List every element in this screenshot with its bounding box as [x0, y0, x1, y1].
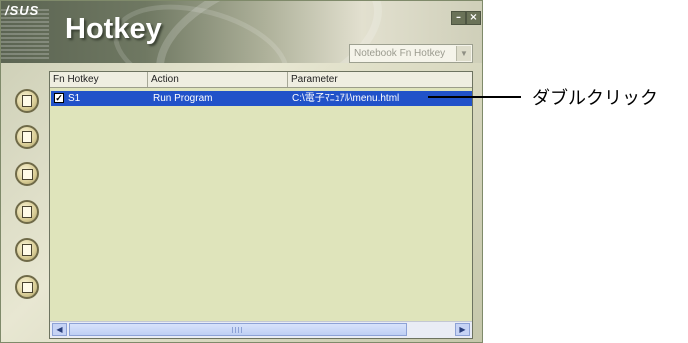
scroll-left-icon[interactable]: ◀ [52, 323, 67, 336]
sidebar-button-5[interactable] [15, 238, 39, 262]
hotkey-cell: S1 [68, 93, 81, 104]
column-header-fn-hotkey[interactable]: Fn Hotkey [50, 72, 148, 87]
document-list-icon [22, 206, 32, 218]
title-bar[interactable]: /SUS Hotkey – × Notebook Fn Hotkey ▼ [1, 1, 482, 63]
scroll-right-icon[interactable]: ▶ [455, 323, 470, 336]
list-header: Fn Hotkey Action Parameter [50, 72, 472, 88]
document-icon [22, 95, 32, 107]
window-icon [22, 244, 32, 256]
hotkey-window: /SUS Hotkey – × Notebook Fn Hotkey ▼ Fn … [0, 0, 483, 343]
hotkey-list[interactable]: Fn Hotkey Action Parameter ✓ S1 Run Prog… [49, 71, 473, 339]
table-row[interactable]: ✓ S1 Run Program C:\電子ﾏﾆｭｱﾙ\menu.html [51, 91, 472, 106]
sidebar-button-4[interactable] [15, 200, 39, 224]
grip-icon [232, 327, 242, 333]
dropdown-value: Notebook Fn Hotkey [354, 48, 446, 59]
sidebar-button-1[interactable] [15, 89, 39, 113]
checkbox[interactable]: ✓ [54, 93, 64, 103]
sidebar-button-6[interactable] [15, 275, 39, 299]
minimize-button[interactable]: – [451, 11, 466, 25]
action-cell: Run Program [153, 93, 213, 104]
column-header-action[interactable]: Action [148, 72, 288, 87]
horizontal-scrollbar[interactable]: ◀ ▶ [50, 321, 472, 338]
app-title: Hotkey [65, 13, 162, 45]
brand-logo: /SUS [5, 3, 40, 18]
annotation-leader-line [428, 96, 521, 98]
sidebar-button-2[interactable] [15, 125, 39, 149]
chevron-down-icon[interactable]: ▼ [456, 46, 471, 61]
column-header-parameter[interactable]: Parameter [288, 72, 472, 87]
annotation-label: ダブルクリック [532, 88, 658, 109]
scroll-thumb[interactable] [69, 323, 407, 336]
grid-icon [21, 281, 33, 293]
document-edit-icon [22, 131, 32, 143]
parameter-cell: C:\電子ﾏﾆｭｱﾙ\menu.html [292, 93, 400, 104]
sidebar-button-3[interactable] [15, 162, 39, 186]
hotkey-set-dropdown[interactable]: Notebook Fn Hotkey ▼ [349, 44, 473, 63]
documents-icon [21, 168, 33, 180]
close-button[interactable]: × [466, 11, 481, 25]
